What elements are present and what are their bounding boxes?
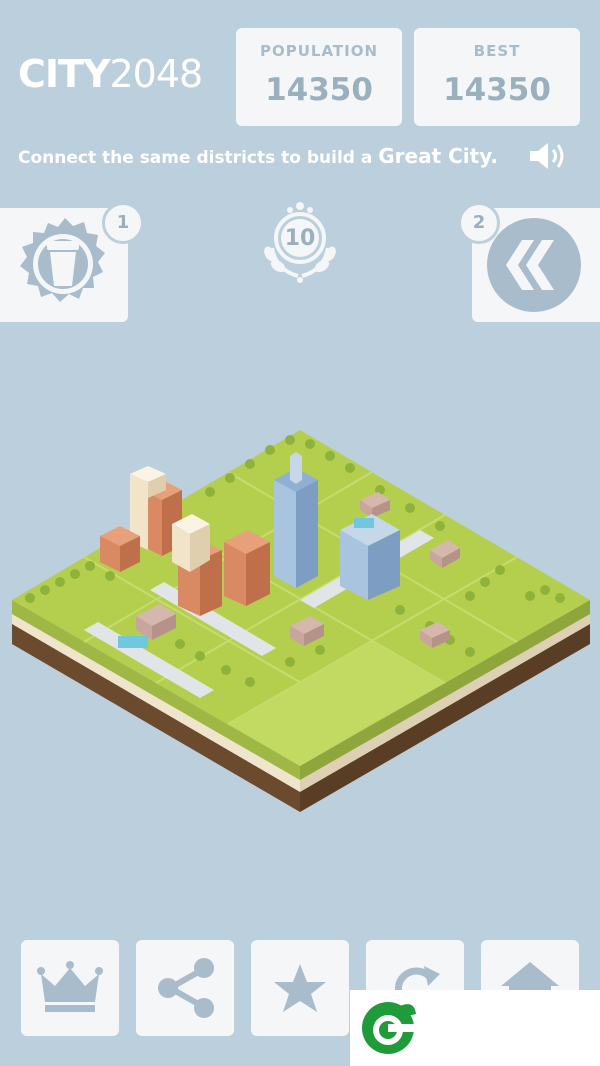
city-board[interactable] xyxy=(0,400,600,840)
population-label: POPULATION xyxy=(259,42,379,60)
best-label: BEST xyxy=(473,42,521,60)
star-icon xyxy=(274,964,326,1012)
instruction-emphasis: Great City. xyxy=(378,144,499,168)
instruction-main: Connect the same districts to build a xyxy=(18,148,379,168)
speaker-icon[interactable] xyxy=(528,140,570,172)
instruction-text: Connect the same districts to build a Gr… xyxy=(18,144,498,168)
level-value: 10 xyxy=(284,226,316,251)
population-panel: POPULATION 14350 xyxy=(236,28,402,126)
leaderboard-button[interactable] xyxy=(21,940,119,1036)
right-powerup-count: 2 xyxy=(458,202,500,244)
best-panel: BEST 14350 xyxy=(414,28,580,126)
crown-icon xyxy=(37,961,103,1012)
logo-light-text: 2048 xyxy=(109,52,203,96)
share-button[interactable] xyxy=(136,940,234,1036)
watermark-area xyxy=(350,990,600,1066)
rate-button[interactable] xyxy=(251,940,349,1036)
game-logo: CITY2048 xyxy=(18,52,203,96)
logo-bold-text: CITY xyxy=(18,52,110,96)
population-value: 14350 xyxy=(265,72,373,108)
share-icon xyxy=(158,958,214,1018)
watermark-logo xyxy=(362,1002,416,1054)
best-value: 14350 xyxy=(443,72,551,108)
left-powerup-count: 1 xyxy=(102,202,144,244)
